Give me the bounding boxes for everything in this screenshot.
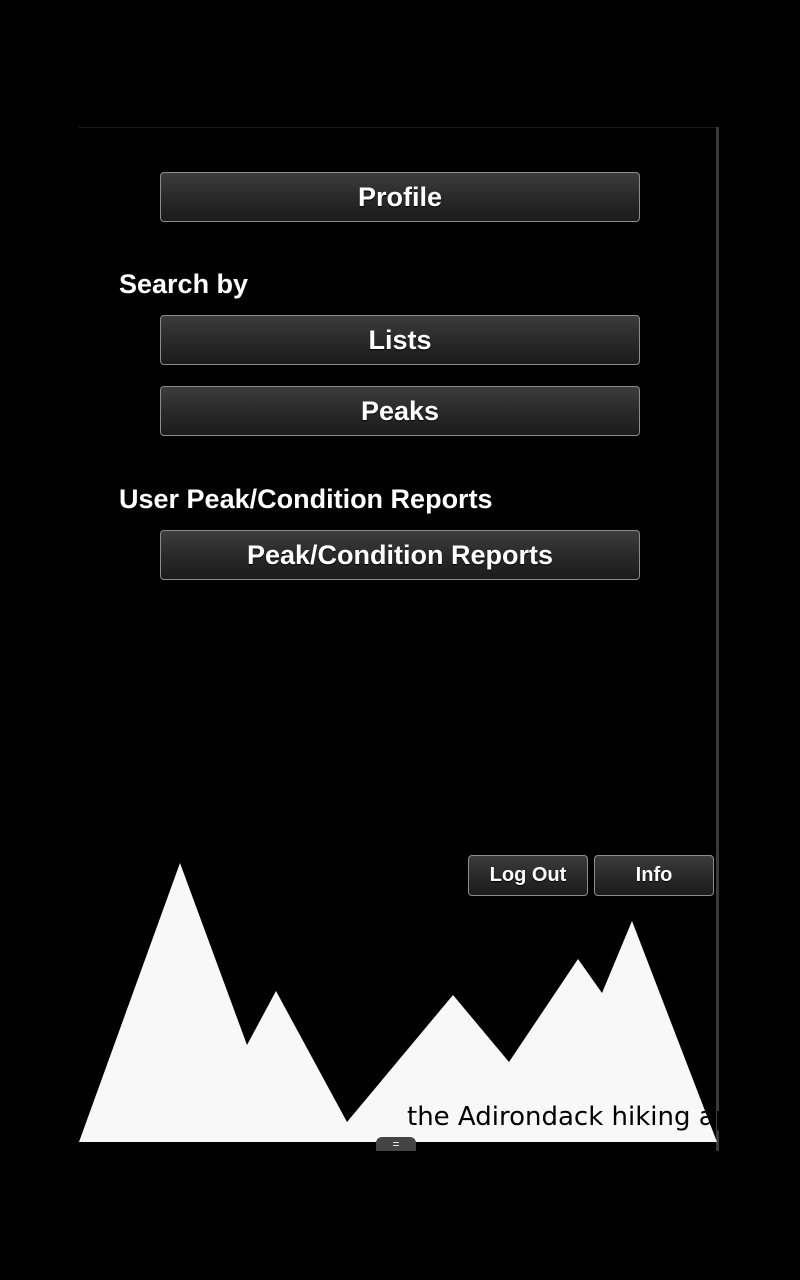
peak-condition-reports-button[interactable]: Peak/Condition Reports	[160, 530, 640, 580]
screen: Profile Search by Lists Peaks User Peak/…	[0, 0, 800, 1280]
profile-button[interactable]: Profile	[160, 172, 640, 222]
app-tagline: the Adirondack hiking app	[407, 1102, 719, 1132]
log-out-button[interactable]: Log Out	[468, 855, 588, 896]
reports-heading: User Peak/Condition Reports	[119, 484, 493, 514]
info-button[interactable]: Info	[594, 855, 714, 896]
mountain-logo: the Adirondack hiking app	[79, 863, 719, 1142]
lists-button[interactable]: Lists	[160, 315, 640, 365]
peaks-button[interactable]: Peaks	[160, 386, 640, 436]
search-by-heading: Search by	[119, 269, 249, 299]
drawer-handle[interactable]: =	[376, 1137, 416, 1151]
